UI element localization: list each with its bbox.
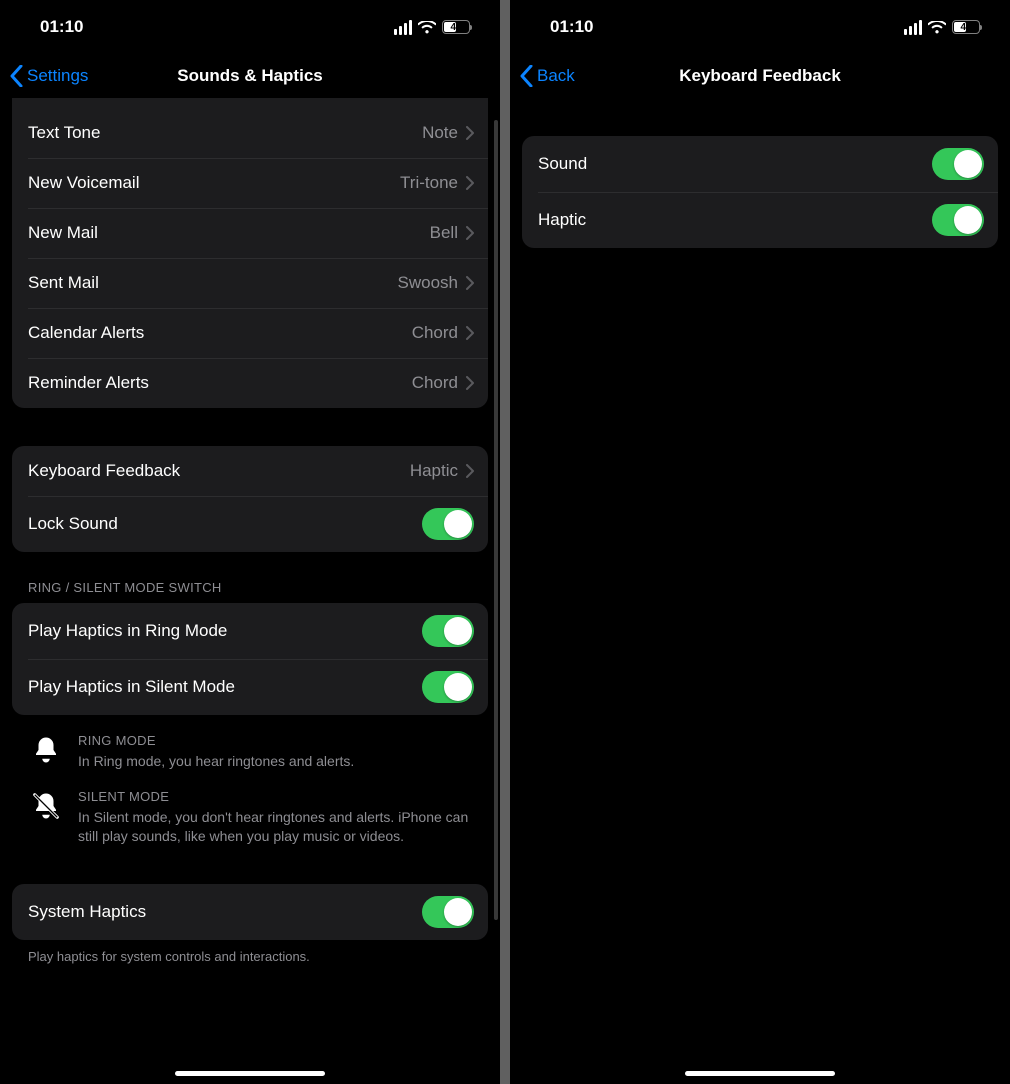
- chevron-right-icon: [466, 326, 474, 340]
- cellular-signal-icon: [394, 20, 412, 35]
- content-area[interactable]: Sound Haptic: [510, 136, 1010, 248]
- info-ring-mode: Ring Mode In Ring mode, you hear rington…: [12, 715, 488, 771]
- nav-back-label: Back: [537, 66, 575, 86]
- haptics-ring-toggle[interactable]: [422, 615, 474, 647]
- row-haptic: Haptic: [522, 192, 998, 248]
- row-label: Haptic: [538, 210, 932, 230]
- row-value: Haptic: [410, 461, 458, 481]
- screen-keyboard-feedback: 01:10 48 Back Keyboard Feedback Sound: [510, 0, 1010, 1084]
- wifi-icon: [928, 21, 946, 34]
- row-label: Keyboard Feedback: [28, 461, 410, 481]
- row-lock-sound: Lock Sound: [12, 496, 488, 552]
- row-sound: Sound: [522, 136, 998, 192]
- lock-sound-toggle[interactable]: [422, 508, 474, 540]
- status-indicators: 48: [904, 20, 980, 35]
- bell-icon: [28, 733, 64, 771]
- nav-bar: Settings Sounds & Haptics: [0, 54, 500, 98]
- battery-icon: 48: [442, 20, 470, 34]
- row-value: Tri-tone: [400, 173, 458, 193]
- footer-text-system-haptics: Play haptics for system controls and int…: [12, 940, 488, 966]
- haptic-toggle[interactable]: [932, 204, 984, 236]
- row-keyboard-feedback[interactable]: Keyboard Feedback Haptic: [12, 446, 488, 496]
- info-silent-mode: Silent Mode In Silent mode, you don't he…: [12, 771, 488, 846]
- info-desc: In Ring mode, you hear ringtones and ale…: [78, 752, 472, 771]
- sound-toggle[interactable]: [932, 148, 984, 180]
- section-header-ring-silent: Ring / Silent Mode Switch: [12, 552, 488, 603]
- row-value: Chord: [412, 323, 458, 343]
- info-title: Ring Mode: [78, 733, 472, 748]
- row-label: Calendar Alerts: [28, 323, 412, 343]
- row-calendar-alerts[interactable]: Calendar Alerts Chord: [12, 308, 488, 358]
- row-system-haptics: System Haptics: [12, 884, 488, 940]
- haptics-silent-toggle[interactable]: [422, 671, 474, 703]
- cellular-signal-icon: [904, 20, 922, 35]
- home-indicator[interactable]: [685, 1071, 835, 1076]
- row-label: System Haptics: [28, 902, 422, 922]
- row-value: Bell: [430, 223, 458, 243]
- chevron-right-icon: [466, 376, 474, 390]
- chevron-right-icon: [466, 176, 474, 190]
- row-haptics-ring-mode: Play Haptics in Ring Mode: [12, 603, 488, 659]
- keyboard-feedback-group: Sound Haptic: [522, 136, 998, 248]
- row-haptics-silent-mode: Play Haptics in Silent Mode: [12, 659, 488, 715]
- nav-bar: Back Keyboard Feedback: [510, 54, 1010, 98]
- row-new-voicemail[interactable]: New Voicemail Tri-tone: [12, 158, 488, 208]
- scroll-indicator[interactable]: [494, 120, 498, 920]
- nav-back-button[interactable]: Settings: [10, 65, 88, 87]
- status-bar: 01:10 48: [0, 0, 500, 54]
- nav-title: Keyboard Feedback: [510, 66, 1010, 86]
- row-sent-mail[interactable]: Sent Mail Swoosh: [12, 258, 488, 308]
- home-indicator[interactable]: [175, 1071, 325, 1076]
- battery-icon: 48: [952, 20, 980, 34]
- row-value: Chord: [412, 373, 458, 393]
- row-reminder-alerts[interactable]: Reminder Alerts Chord: [12, 358, 488, 408]
- row-label: Sound: [538, 154, 932, 174]
- chevron-right-icon: [466, 126, 474, 140]
- status-indicators: 48: [394, 20, 470, 35]
- status-time: 01:10: [40, 17, 83, 37]
- nav-back-label: Settings: [27, 66, 88, 86]
- row-label: New Mail: [28, 223, 430, 243]
- row-label: Play Haptics in Silent Mode: [28, 677, 422, 697]
- content-area[interactable]: Text Tone Note New Voicemail Tri-tone Ne…: [0, 98, 500, 966]
- row-value: Note: [422, 123, 458, 143]
- status-bar: 01:10 48: [510, 0, 1010, 54]
- info-title: Silent Mode: [78, 789, 472, 804]
- row-label: Text Tone: [28, 123, 422, 143]
- row-label: Reminder Alerts: [28, 373, 412, 393]
- status-time: 01:10: [550, 17, 593, 37]
- screen-sounds-haptics: 01:10 48 Settings Sounds & Haptics Text …: [0, 0, 500, 1084]
- info-desc: In Silent mode, you don't hear ringtones…: [78, 808, 472, 846]
- chevron-left-icon: [520, 65, 533, 87]
- bell-slash-icon: [28, 789, 64, 846]
- row-value: Swoosh: [398, 273, 458, 293]
- nav-back-button[interactable]: Back: [520, 65, 575, 87]
- row-label: Lock Sound: [28, 514, 422, 534]
- wifi-icon: [418, 21, 436, 34]
- chevron-right-icon: [466, 226, 474, 240]
- row-label: New Voicemail: [28, 173, 400, 193]
- chevron-right-icon: [466, 276, 474, 290]
- chevron-left-icon: [10, 65, 23, 87]
- row-new-mail[interactable]: New Mail Bell: [12, 208, 488, 258]
- row-label: Play Haptics in Ring Mode: [28, 621, 422, 641]
- system-haptics-toggle[interactable]: [422, 896, 474, 928]
- sounds-group: Text Tone Note New Voicemail Tri-tone Ne…: [12, 108, 488, 408]
- row-label: Sent Mail: [28, 273, 398, 293]
- chevron-right-icon: [466, 464, 474, 478]
- system-haptics-group: System Haptics: [12, 884, 488, 940]
- row-text-tone[interactable]: Text Tone Note: [12, 108, 488, 158]
- keyboard-lock-group: Keyboard Feedback Haptic Lock Sound: [12, 446, 488, 552]
- ring-silent-group: Play Haptics in Ring Mode Play Haptics i…: [12, 603, 488, 715]
